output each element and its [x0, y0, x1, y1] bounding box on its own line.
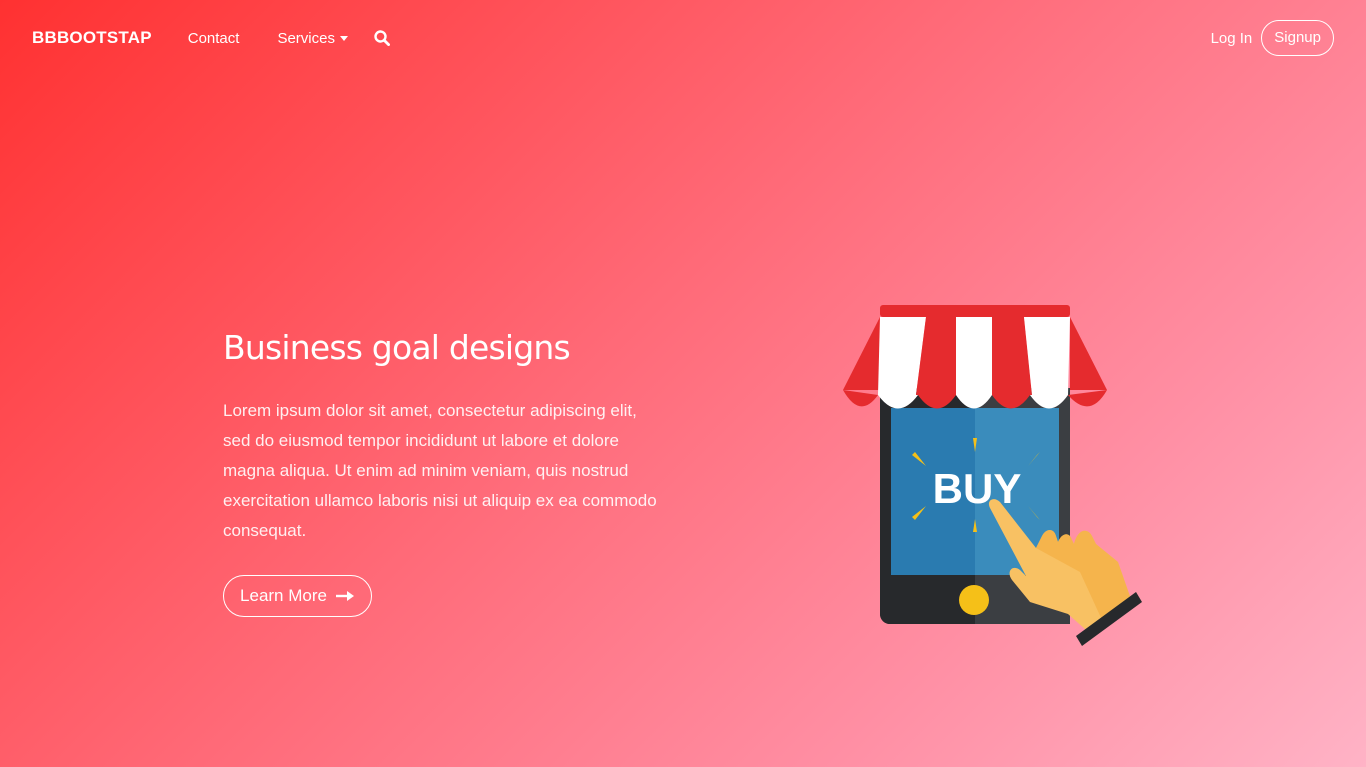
arrow-right-icon: [335, 590, 355, 602]
navbar: BBBOOTSTAP Contact Services Log In Signu…: [0, 0, 1366, 76]
buy-text: BUY: [933, 465, 1022, 512]
hero-title: Business goal designs: [223, 328, 571, 367]
brand-logo[interactable]: BBBOOTSTAP: [32, 28, 152, 48]
search-button[interactable]: [374, 30, 390, 46]
nav-link-contact[interactable]: Contact: [188, 30, 240, 47]
nav-auth: Log In Signup: [1211, 20, 1334, 56]
hero-description: Lorem ipsum dolor sit amet, consectetur …: [223, 401, 657, 540]
learn-more-button[interactable]: Learn More: [223, 575, 372, 617]
nav-dropdown-services[interactable]: Services: [277, 30, 348, 47]
nav-link-services-label: Services: [277, 29, 335, 47]
caret-down-icon: [339, 36, 348, 41]
login-link[interactable]: Log In: [1211, 30, 1253, 47]
learn-more-label: Learn More: [240, 586, 327, 605]
search-icon: [374, 30, 390, 46]
phone-shop-icon: BUY: [843, 305, 1142, 646]
hero-content: Business goal designs Lorem ipsum dolor …: [223, 322, 663, 546]
shop-buy-illustration: BUY: [840, 300, 1150, 650]
signup-button[interactable]: Signup: [1261, 20, 1334, 56]
